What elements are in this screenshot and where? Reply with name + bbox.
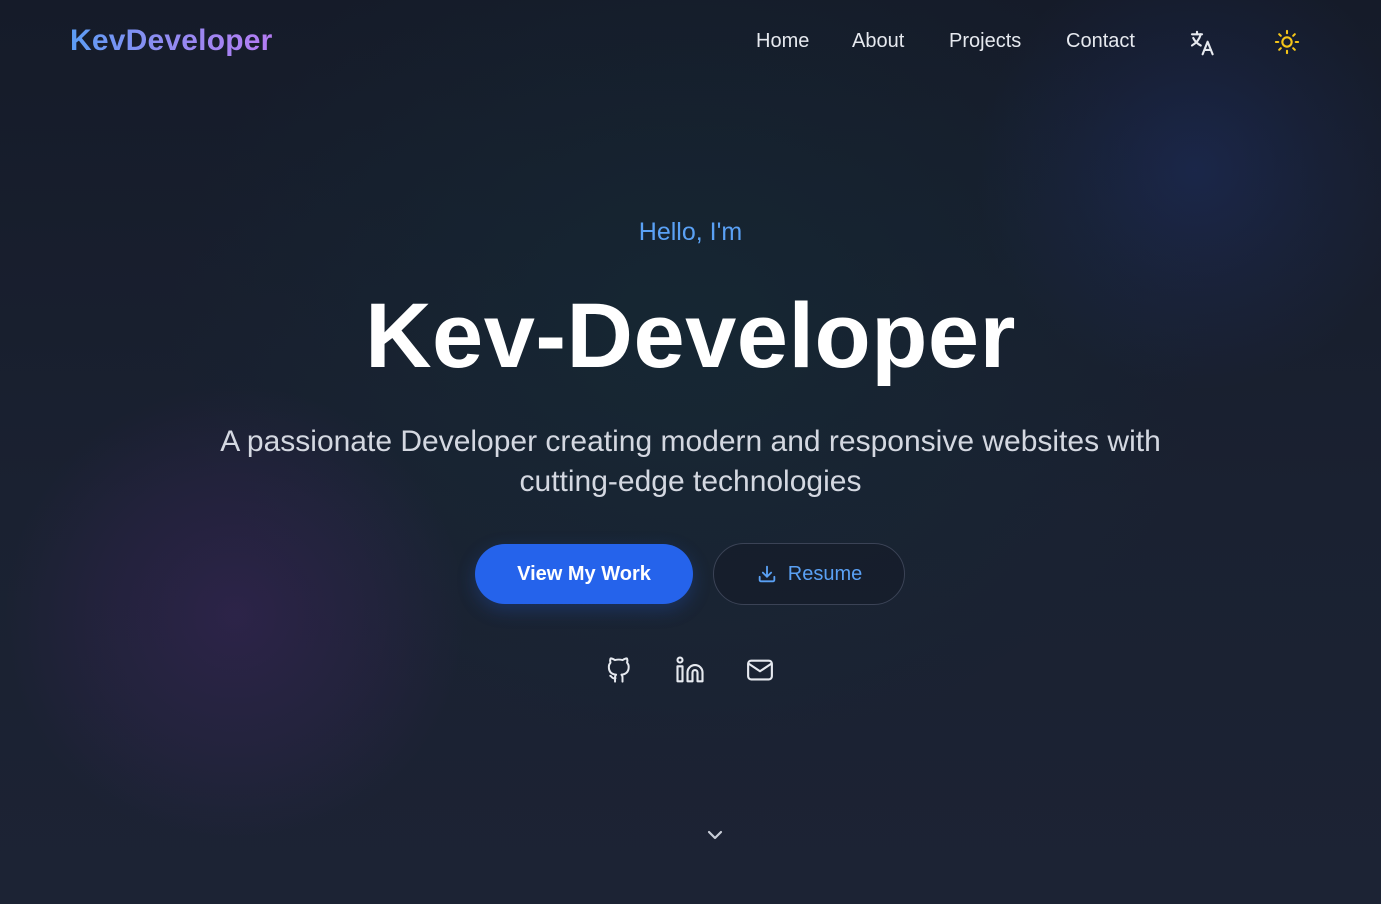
translate-icon bbox=[1190, 30, 1214, 56]
resume-label: Resume bbox=[787, 562, 863, 585]
mail-icon bbox=[747, 659, 773, 681]
nav-links: Home About Projects Contact bbox=[0, 30, 1381, 56]
github-link[interactable] bbox=[602, 653, 636, 687]
navbar: KevDeveloper Home About Projects Contact bbox=[0, 0, 1381, 86]
resume-download-button[interactable]: Resume bbox=[713, 543, 905, 605]
language-toggle-button[interactable] bbox=[1185, 26, 1219, 60]
nav-link-projects[interactable]: Projects bbox=[949, 30, 1021, 53]
linkedin-icon bbox=[676, 656, 704, 683]
view-my-work-button[interactable]: View My Work bbox=[475, 544, 693, 604]
hero-tagline: A passionate Developer creating modern a… bbox=[220, 425, 1161, 498]
email-link[interactable] bbox=[743, 653, 777, 687]
view-my-work-label: View My Work bbox=[517, 562, 651, 585]
download-icon bbox=[756, 563, 778, 585]
hero-greeting: Hello, I'm bbox=[638, 218, 743, 246]
github-icon bbox=[607, 657, 630, 683]
nav-link-home[interactable]: Home bbox=[756, 30, 809, 53]
theme-toggle-button[interactable] bbox=[1270, 25, 1304, 59]
nav-link-about[interactable]: About bbox=[852, 30, 904, 53]
nav-link-contact[interactable]: Contact bbox=[1066, 30, 1135, 53]
hero-name: Kev-Developer bbox=[365, 285, 1016, 387]
linkedin-link[interactable] bbox=[673, 653, 707, 687]
hero-section: Hello, I'm Kev-Developer A passionate De… bbox=[0, 86, 1381, 904]
sun-icon bbox=[1274, 29, 1300, 55]
scroll-down-button[interactable] bbox=[701, 821, 729, 849]
chevron-down-icon bbox=[707, 830, 723, 840]
